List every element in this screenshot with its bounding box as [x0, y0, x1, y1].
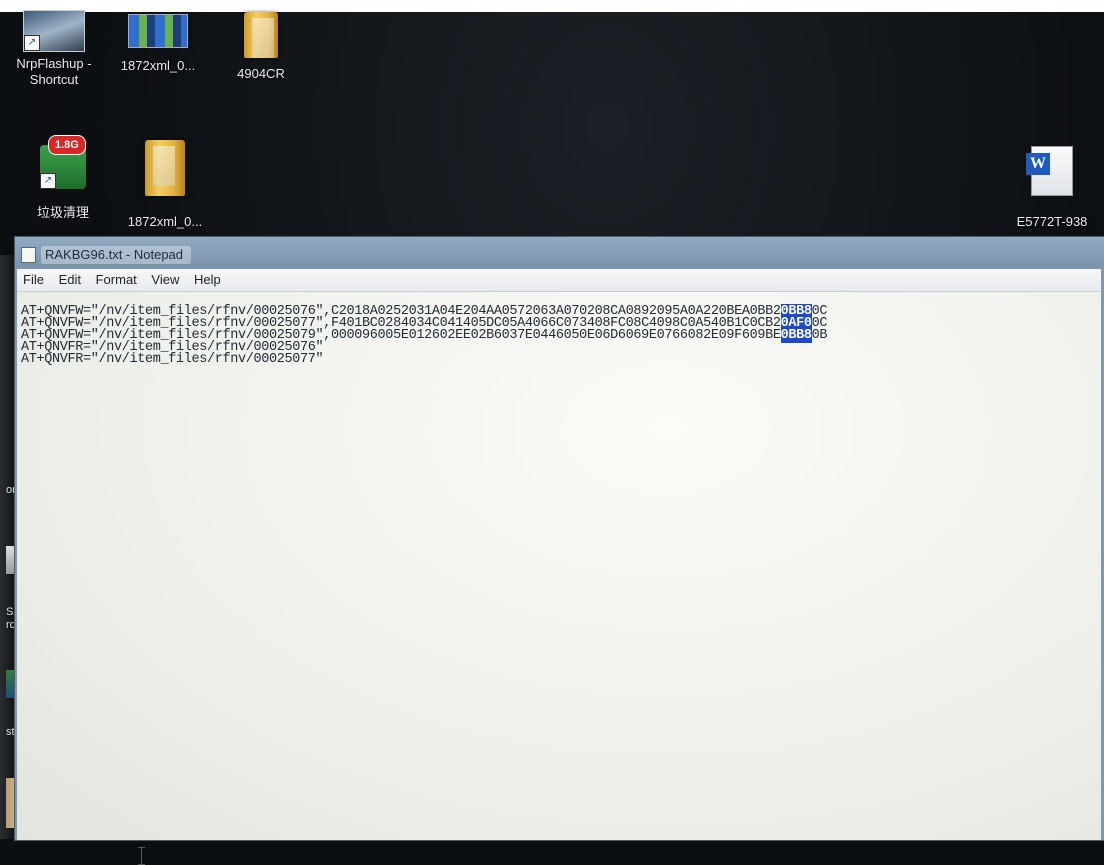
menu-format[interactable]: Format: [90, 269, 142, 291]
text-segment: 0B: [811, 328, 828, 343]
text-editor-area[interactable]: AT+QNVFW="/nv/item_files/rfnv/00025076",…: [17, 292, 1101, 865]
notepad-window[interactable]: RAKBG96.txt - Notepad File Edit Format V…: [14, 236, 1104, 865]
shortcut-arrow-icon: ↗: [24, 35, 40, 51]
title-bar[interactable]: RAKBG96.txt - Notepad: [15, 237, 1104, 267]
desktop-icon-4904cr[interactable]: 4904CR: [226, 12, 296, 82]
shortcut-arrow-icon: ↗: [40, 173, 56, 189]
desktop-icon-cleaner[interactable]: 1.8G ↗ 垃圾清理: [30, 135, 96, 221]
menu-edit[interactable]: Edit: [53, 269, 86, 291]
app-shortcut-icon: ↗: [23, 10, 85, 52]
desktop-icon-label: 1872xml_0...: [120, 58, 196, 73]
desktop-icon-label: E5772T-938: [1016, 214, 1088, 229]
word-document-icon: W: [1026, 146, 1073, 196]
desktop-icon-label: NrpFlashup -: [16, 56, 92, 71]
desktop-icon-label: 4904CR: [237, 66, 285, 81]
recycle-cleaner-icon: 1.8G ↗: [40, 135, 86, 189]
desktop-icon-nrpflashup[interactable]: ↗ NrpFlashup - Shortcut: [14, 10, 94, 88]
selected-text: 0BB8: [780, 328, 812, 343]
desktop-icon-label: 1872xml_0...: [127, 214, 203, 229]
menu-bar: File Edit Format View Help: [17, 269, 1101, 292]
window-title: RAKBG96.txt - Notepad: [41, 246, 192, 264]
desktop-icon-label: Shortcut: [29, 72, 79, 87]
ibeam-cursor-icon: [138, 847, 145, 865]
word-w-glyph: W: [1026, 153, 1050, 175]
folder-icon: [145, 140, 185, 196]
desktop-icon-e5772t[interactable]: W E5772T-938: [1010, 146, 1094, 230]
menu-file[interactable]: File: [17, 269, 49, 291]
desktop-icon-1872xml-file[interactable]: 1872xml_0...: [118, 14, 198, 74]
text-segment: AT+QNVFR="/nv/item_files/rfnv/00025077": [21, 352, 324, 367]
storage-badge: 1.8G: [48, 135, 86, 155]
desktop-icon-1872xml-folder[interactable]: 1872xml_0...: [120, 140, 210, 230]
menu-view[interactable]: View: [145, 269, 184, 291]
folder-icon: [244, 12, 278, 58]
xml-file-icon: [128, 14, 188, 48]
screen-top-edge: [0, 0, 1104, 12]
notepad-icon: [21, 247, 36, 263]
menu-help[interactable]: Help: [188, 269, 226, 291]
text-line: AT+QNVFR="/nv/item_files/rfnv/00025077": [21, 352, 324, 367]
desktop-icon-label: 垃圾清理: [36, 205, 89, 220]
